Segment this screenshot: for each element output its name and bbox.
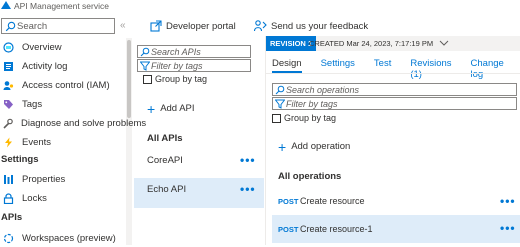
tab-test[interactable]: Test — [374, 52, 391, 73]
search-icon — [275, 85, 285, 95]
add-api-button[interactable]: + Add API — [147, 100, 195, 117]
developer-portal-label: Developer portal — [166, 20, 236, 32]
filter-tags-input[interactable]: Filter by tags — [137, 59, 251, 72]
filter-icon — [275, 99, 285, 109]
feedback-button[interactable]: Send us your feedback — [254, 19, 368, 33]
panel-divider — [265, 36, 266, 245]
filter-tags-placeholder: Filter by tags — [151, 61, 203, 71]
sidebar-item-label: Events — [22, 136, 52, 148]
http-method-badge: POST — [278, 196, 299, 206]
sidebar-search-input[interactable]: Search — [1, 18, 115, 34]
overview-icon — [2, 41, 14, 53]
api-row-coreapi[interactable]: CoreAPI ••• — [134, 149, 264, 171]
sidebar-item-label: Activity log — [22, 60, 68, 72]
sidebar-search-placeholder: Search — [17, 21, 48, 32]
more-actions-button[interactable]: ••• — [240, 153, 256, 167]
all-operations-header: All operations — [278, 171, 342, 182]
sidebar-item-label: Workspaces (preview) — [22, 232, 116, 244]
sidebar-item-access-control[interactable]: Access control (IAM) — [0, 76, 124, 94]
tab-revisions[interactable]: Revisions (1) — [410, 52, 451, 80]
plus-icon: + — [278, 138, 287, 155]
search-apis-input[interactable]: Search APIs — [137, 45, 251, 58]
access-control-icon — [2, 79, 14, 91]
add-operation-button[interactable]: + Add operation — [278, 138, 351, 155]
external-link-icon — [150, 20, 162, 32]
add-operation-label: Add operation — [291, 141, 351, 152]
sidebar-scrollbar-thumb[interactable] — [127, 40, 131, 118]
search-operations-input[interactable]: Search operations — [272, 83, 517, 96]
all-apis-header: All APIs — [147, 133, 183, 144]
search-operations-placeholder: Search operations — [286, 85, 360, 95]
api-name: Echo API — [147, 183, 187, 195]
more-actions-button[interactable]: ••• — [240, 182, 256, 196]
operation-row-create-resource-1[interactable]: POST Create resource-1 ••• — [272, 215, 520, 243]
group-by-tag-checkbox[interactable]: Group by tag — [143, 74, 207, 84]
feedback-label: Send us your feedback — [271, 20, 369, 32]
sidebar-item-label: Locks — [22, 192, 47, 204]
design-tabs: Design Settings Test Revisions (1) Chang… — [272, 52, 520, 80]
more-actions-button[interactable]: ••• — [500, 221, 516, 235]
service-subtitle: API Management service — [14, 1, 109, 11]
http-method-badge: POST — [278, 224, 299, 234]
workspaces-icon — [2, 232, 14, 244]
group-by-tag-label: Group by tag — [155, 74, 208, 84]
checkbox-box — [143, 74, 152, 84]
revision-created[interactable]: CREATED Mar 24, 2023, 7:17:19 PM — [309, 39, 449, 48]
collapse-sidebar-button[interactable]: « — [120, 20, 126, 31]
api-name: CoreAPI — [147, 154, 183, 166]
lock-icon — [2, 192, 14, 204]
sidebar-item-label: Properties — [22, 173, 66, 185]
wrench-icon — [2, 117, 13, 129]
search-icon — [5, 21, 16, 32]
operation-name: Create resource-1 — [300, 224, 373, 234]
sidebar-item-label: Tags — [22, 98, 43, 110]
tab-change-log[interactable]: Change log — [471, 52, 504, 80]
lightning-icon — [2, 136, 14, 148]
sidebar-item-tags[interactable]: Tags — [0, 95, 124, 113]
search-apis-placeholder: Search APIs — [151, 47, 201, 57]
sidebar-item-label: Access control (IAM) — [22, 79, 110, 91]
revision-created-text: CREATED Mar 24, 2023, 7:17:19 PM — [309, 39, 434, 48]
tab-settings[interactable]: Settings — [321, 52, 355, 73]
more-actions-button[interactable]: ••• — [500, 194, 516, 208]
apis-section-header: APIs — [1, 212, 23, 223]
sidebar-item-overview[interactable]: Overview — [0, 38, 124, 56]
filter-icon — [140, 61, 150, 71]
sidebar-item-workspaces[interactable]: Workspaces (preview) — [0, 229, 124, 247]
group-by-tag-label: Group by tag — [284, 113, 337, 123]
sidebar-item-properties[interactable]: Properties — [0, 170, 124, 188]
sidebar-item-label: Diagnose and solve problems — [21, 117, 147, 129]
sidebar-item-diagnose[interactable]: Diagnose and solve problems — [0, 114, 146, 132]
operation-name: Create resource — [300, 196, 365, 206]
developer-portal-button[interactable]: Developer portal — [150, 19, 236, 33]
filter-operations-input[interactable]: Filter by tags — [272, 97, 517, 110]
api-management-logo — [0, 0, 12, 10]
add-api-label: Add API — [160, 103, 195, 114]
plus-icon: + — [147, 100, 156, 117]
filter-operations-placeholder: Filter by tags — [286, 99, 338, 109]
tag-icon — [2, 98, 14, 110]
sidebar-item-locks[interactable]: Locks — [0, 189, 124, 207]
activity-log-icon — [2, 60, 14, 72]
operation-row-create-resource[interactable]: POST Create resource ••• — [272, 188, 520, 214]
properties-icon — [2, 173, 14, 185]
apis-panel: Search APIs Filter by tags Group by tag … — [134, 37, 264, 245]
group-operations-by-tag-checkbox[interactable]: Group by tag — [272, 113, 336, 123]
search-icon — [140, 47, 150, 57]
chevron-down-icon — [439, 40, 449, 46]
sidebar-item-events[interactable]: Events — [0, 133, 124, 151]
tab-design[interactable]: Design — [272, 52, 302, 73]
feedback-icon — [254, 20, 267, 32]
settings-section-header: Settings — [1, 154, 39, 165]
checkbox-box — [272, 113, 281, 123]
tabs-divider — [266, 73, 520, 74]
api-row-echo-api[interactable]: Echo API ••• — [134, 178, 264, 208]
sidebar-item-label: Overview — [22, 41, 62, 53]
sidebar-item-activity-log[interactable]: Activity log — [0, 57, 124, 75]
